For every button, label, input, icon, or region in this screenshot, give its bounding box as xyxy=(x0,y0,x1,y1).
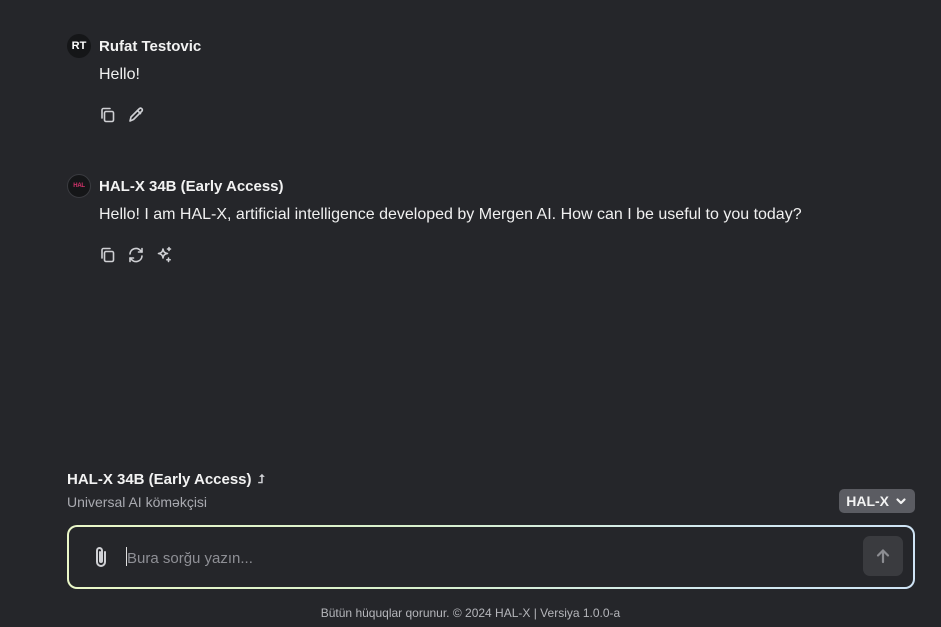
regenerate-icon[interactable] xyxy=(127,246,145,264)
paperclip-icon[interactable] xyxy=(89,544,113,570)
message-text: Hello! xyxy=(99,66,140,83)
composer-inner xyxy=(69,527,913,587)
model-select-dropdown[interactable]: HAL-X xyxy=(839,489,915,513)
sparkle-icon[interactable] xyxy=(155,246,173,264)
model-name: HAL-X 34B (Early Access) xyxy=(67,471,252,488)
model-title: HAL-X 34B (Early Access) ⮥ xyxy=(67,471,265,488)
message-actions xyxy=(99,246,802,264)
message-author: Rufat Testovic xyxy=(99,37,202,55)
message-input[interactable] xyxy=(125,544,849,572)
message-header: HAL HAL-X 34B (Early Access) xyxy=(67,174,802,198)
chat-message-assistant: HAL HAL-X 34B (Early Access) Hello! I am… xyxy=(67,174,802,264)
copy-icon[interactable] xyxy=(99,106,117,124)
model-subtitle: Universal AI köməkçisi xyxy=(67,494,208,510)
avatar: HAL xyxy=(67,174,91,198)
model-info: HAL-X 34B (Early Access) ⮥ Universal AI … xyxy=(67,471,265,510)
message-composer xyxy=(67,525,915,589)
arrow-up-icon xyxy=(876,549,890,564)
text-caret xyxy=(126,547,127,566)
avatar: RT xyxy=(67,34,91,58)
copy-icon[interactable] xyxy=(99,246,117,264)
edit-icon[interactable] xyxy=(127,106,145,124)
message-actions xyxy=(99,106,201,124)
message-author: HAL-X 34B (Early Access) xyxy=(99,177,284,195)
chevron-down-icon xyxy=(896,498,906,505)
footer-text: Bütün hüquqlar qorunur. © 2024 HAL-X | V… xyxy=(320,606,621,620)
message-text: Hello! I am HAL-X, artificial intelligen… xyxy=(99,206,802,223)
chat-message-user: RT Rufat Testovic Hello! xyxy=(67,34,201,124)
message-header: RT Rufat Testovic xyxy=(67,34,201,58)
send-button[interactable] xyxy=(863,536,903,576)
arrow-up-right-icon[interactable]: ⮥ xyxy=(258,472,265,487)
model-select-value: HAL-X xyxy=(846,493,889,509)
